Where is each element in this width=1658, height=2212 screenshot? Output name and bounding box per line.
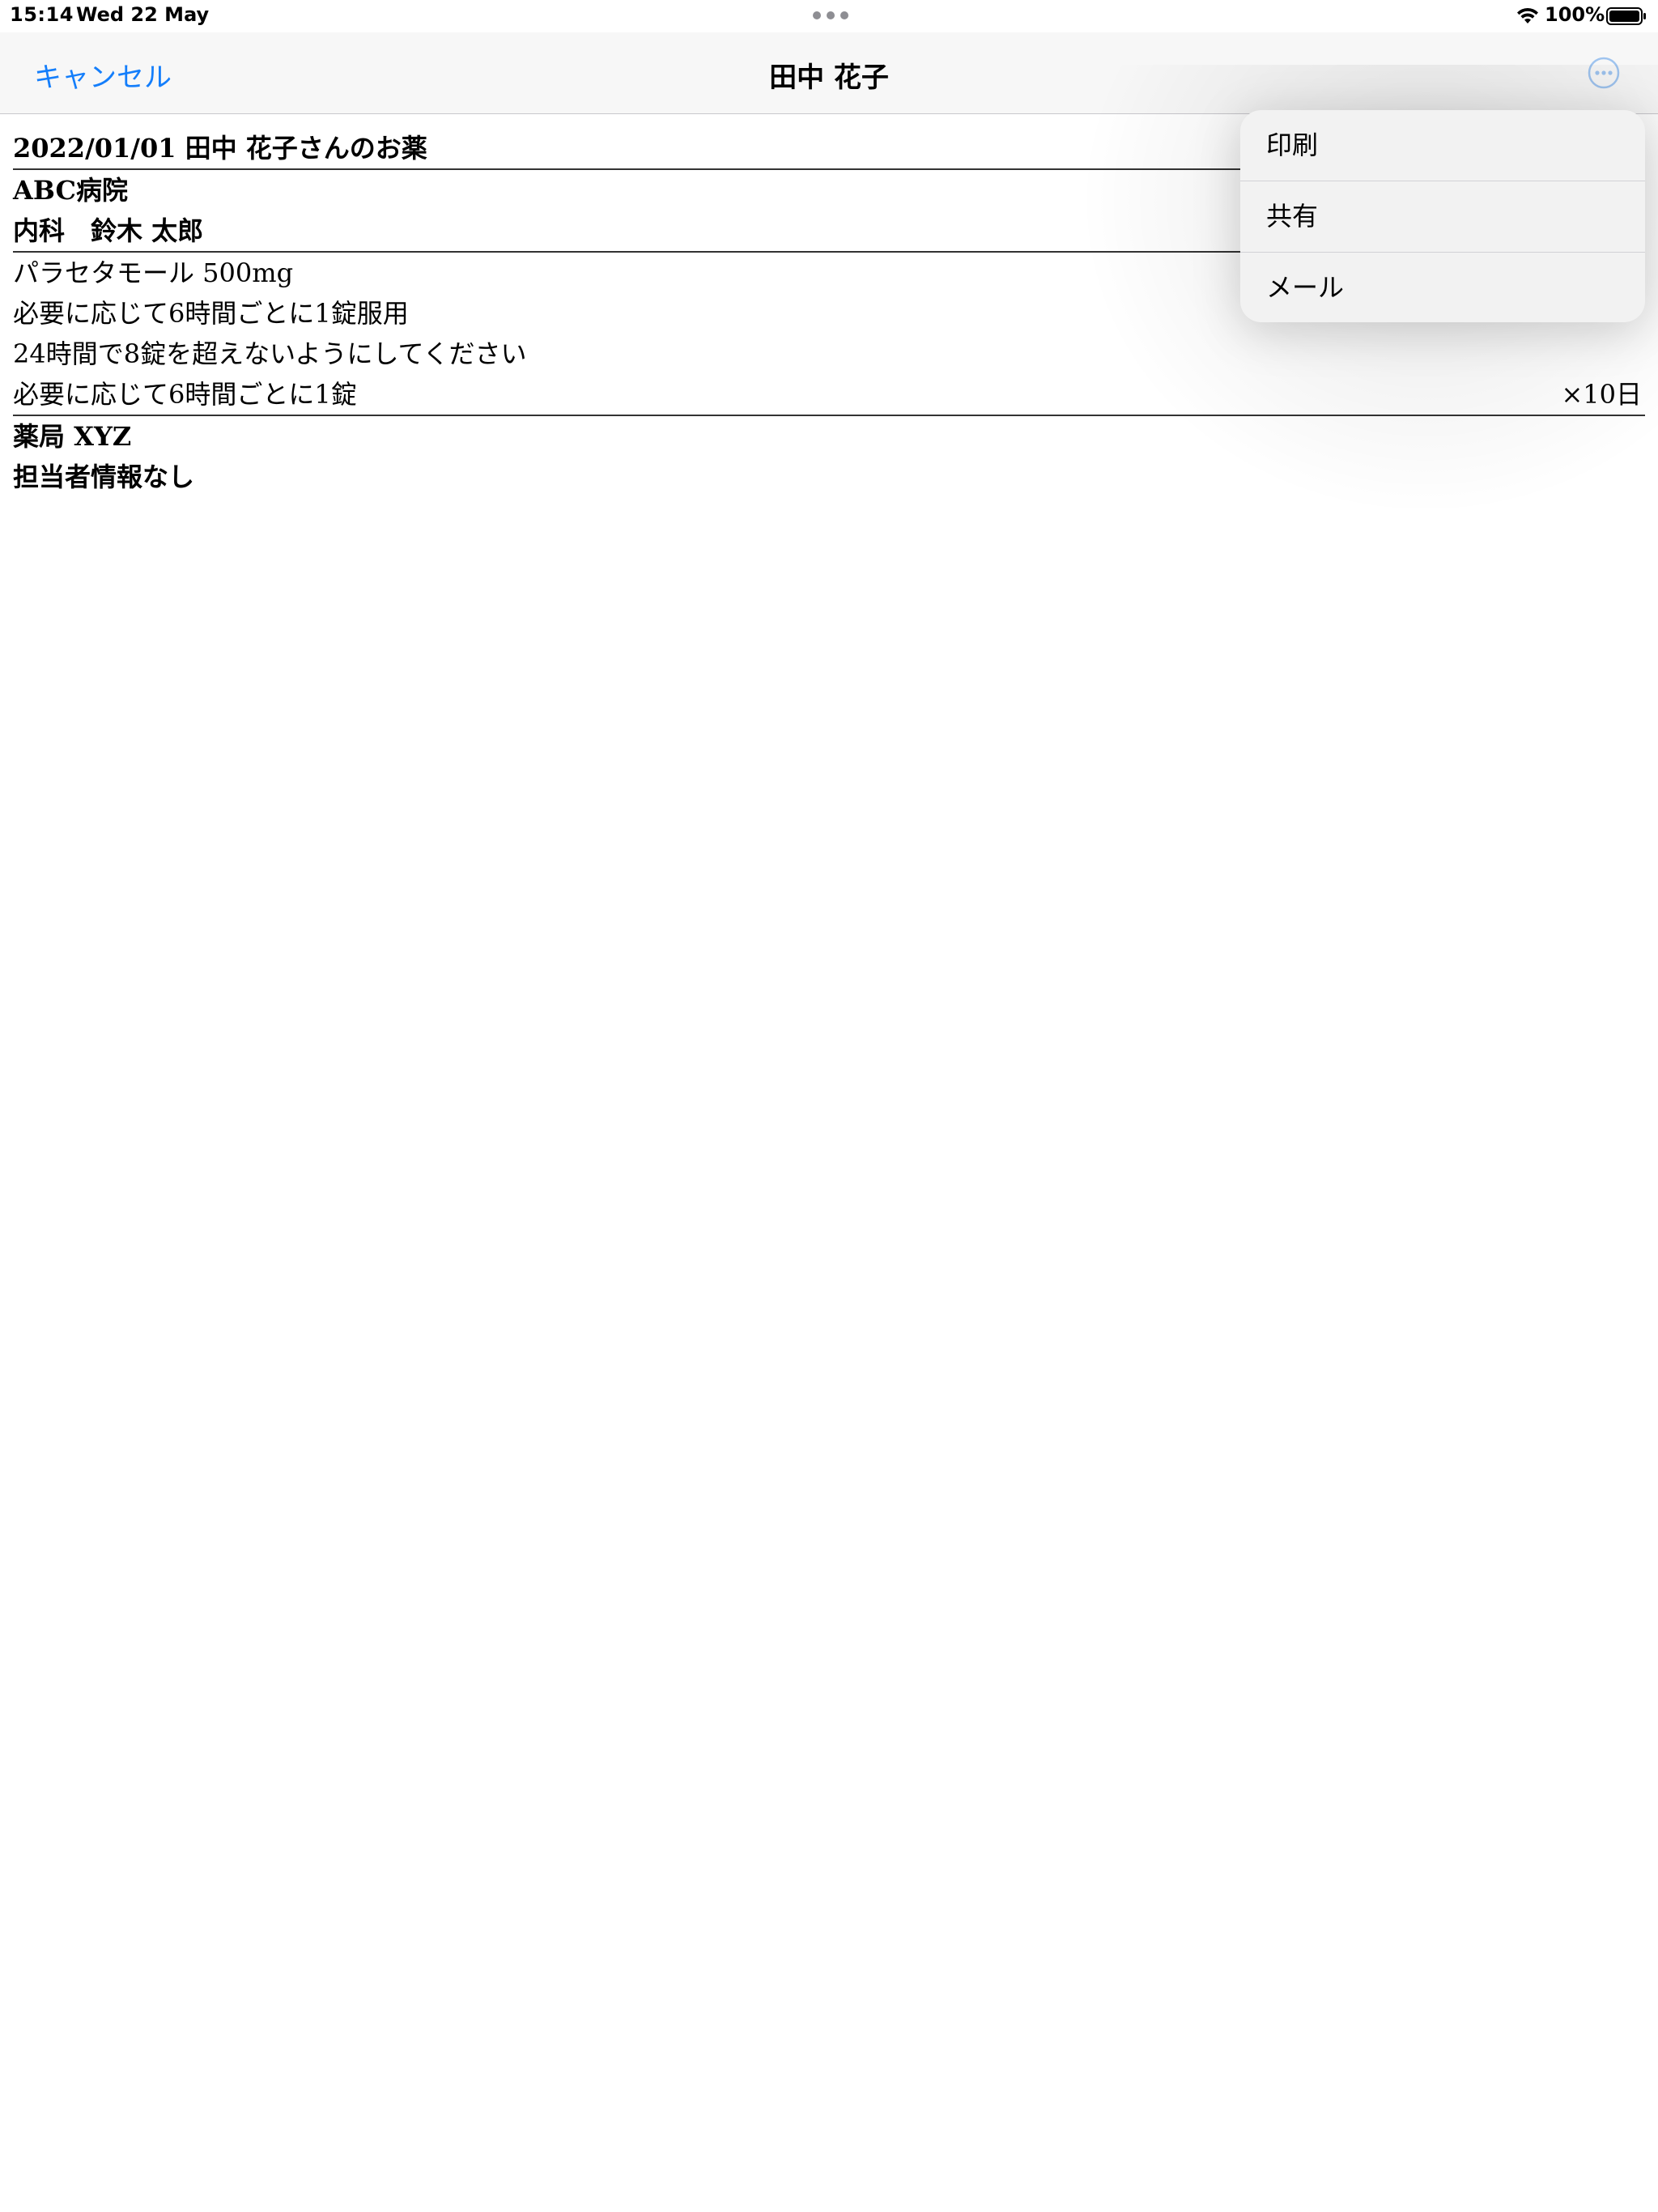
dosage-row: 必要に応じて6時間ごとに1錠 ×10日 — [13, 374, 1645, 415]
actions-menu: 印刷 共有 メール — [1240, 110, 1645, 322]
status-date: Wed 22 May — [76, 3, 210, 26]
multitask-dots-icon[interactable] — [813, 11, 848, 21]
instruction-line: 24時間で8錠を超えないようにしてください — [13, 338, 527, 369]
navigation-bar: キャンセル 田中 花子 — [0, 32, 1658, 114]
ellipsis-circle-icon[interactable] — [1588, 57, 1620, 89]
pharmacist-info: 担当者情報なし — [13, 462, 195, 492]
battery-icon — [1606, 7, 1646, 25]
dot — [840, 11, 848, 19]
dot — [813, 11, 821, 19]
page-title: 田中 花子 — [769, 62, 889, 94]
status-bar: 15:14 Wed 22 May 100% — [0, 0, 1658, 32]
status-time: 15:14 — [10, 3, 74, 26]
battery-percentage: 100% — [1545, 3, 1605, 26]
menu-item-print[interactable]: 印刷 — [1240, 110, 1645, 181]
menu-item-mail[interactable]: メール — [1240, 253, 1645, 322]
pharmacy-name: 薬局 XYZ — [13, 421, 132, 452]
menu-item-share[interactable]: 共有 — [1240, 181, 1645, 253]
dot — [827, 11, 835, 19]
duration-text: ×10日 — [1561, 379, 1642, 410]
wifi-icon — [1517, 7, 1538, 23]
dosage-text: 必要に応じて6時間ごとに1錠 — [13, 379, 357, 410]
